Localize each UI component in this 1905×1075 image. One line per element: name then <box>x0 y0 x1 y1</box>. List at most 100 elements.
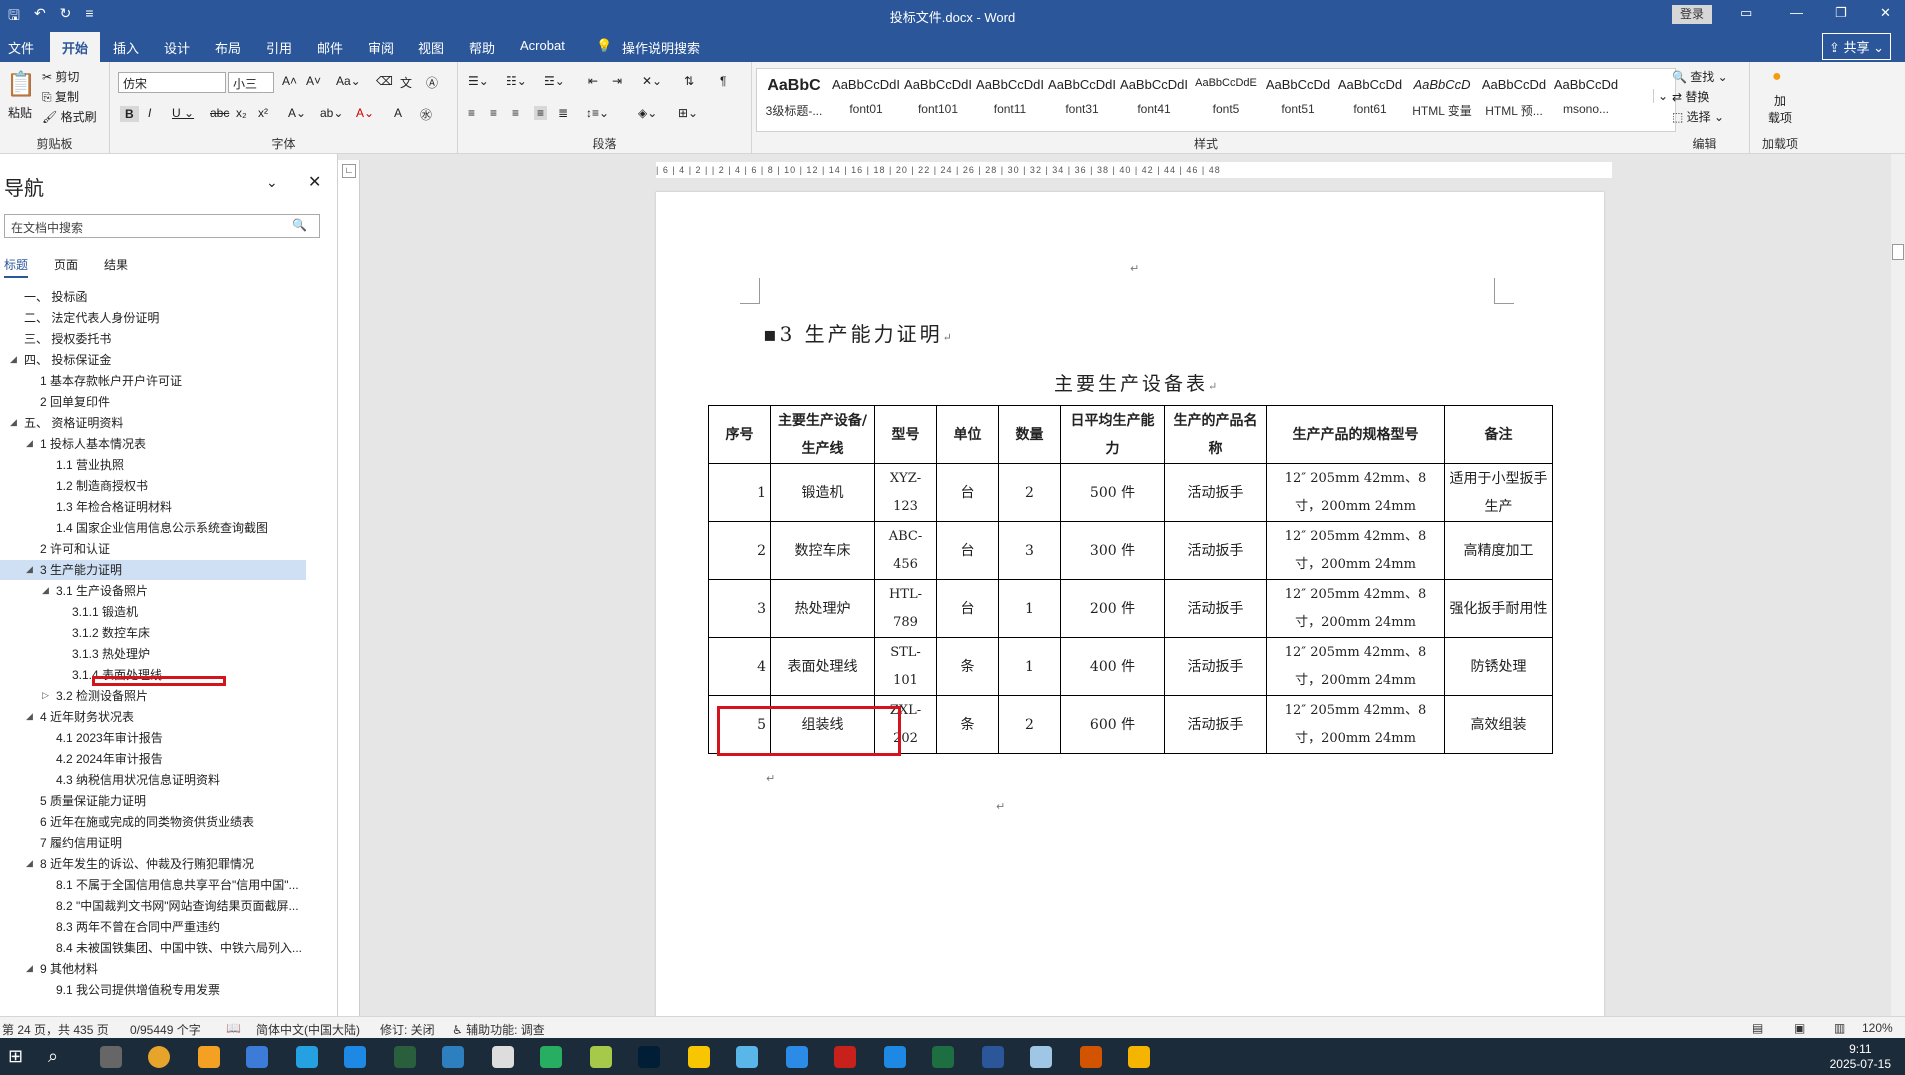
explorer-icon[interactable] <box>1128 1046 1150 1068</box>
line-spacing-icon[interactable]: ↕≡⌄ <box>586 106 609 120</box>
tab-file[interactable]: 文件 <box>8 38 34 57</box>
read-mode-icon[interactable]: ▤ <box>1752 1021 1763 1035</box>
table-cell[interactable]: 1 <box>998 579 1061 638</box>
table-cell[interactable]: 条 <box>936 695 999 754</box>
table-cell[interactable]: ABC-456 <box>874 521 937 580</box>
table-cell[interactable]: 高效组装 <box>1444 695 1553 754</box>
style-item[interactable]: AaBbCcD HTML 变量 <box>1407 77 1477 119</box>
font-size-select[interactable]: 小三 <box>228 72 274 93</box>
nav-outline-item[interactable]: 8.3 两年不曾在合同中严重违约 <box>0 917 306 937</box>
table-cell[interactable]: 12″ 205mm 42mm、8 寸，200mm 24mm <box>1266 521 1445 580</box>
nav-outline-item[interactable]: 8 近年发生的诉讼、仲裁及行贿犯罪情况 <box>0 854 306 874</box>
font-name-select[interactable]: 仿宋 <box>118 72 226 93</box>
nav-outline-item[interactable]: 3.1.1 锻造机 <box>0 602 306 622</box>
nav-outline-item[interactable]: 9.1 我公司提供增值税专用发票 <box>0 980 306 1000</box>
track-changes-status[interactable]: 修订: 关闭 <box>380 1021 435 1038</box>
tab-acrobat[interactable]: Acrobat <box>520 38 565 53</box>
collapse-arrow-icon[interactable]: ◢ <box>26 564 33 575</box>
nav-outline-item[interactable]: 3 生产能力证明 <box>0 560 306 580</box>
increase-indent-icon[interactable]: ⇥ <box>612 74 622 88</box>
app-icon[interactable] <box>442 1046 464 1068</box>
nav-outline-item[interactable]: 4.2 2024年审计报告 <box>0 749 306 769</box>
nav-outline-item[interactable]: 2 回单复印件 <box>0 392 306 412</box>
font-color-icon[interactable]: A⌄ <box>356 106 374 120</box>
app-icon[interactable] <box>246 1046 268 1068</box>
table-cell[interactable]: 2 <box>998 463 1061 522</box>
distributed-icon[interactable]: ≣ <box>558 106 568 120</box>
sort-icon[interactable]: ⇅ <box>684 74 694 88</box>
print-layout-icon[interactable]: ▣ <box>1794 1021 1805 1035</box>
table-cell[interactable]: 高精度加工 <box>1444 521 1553 580</box>
table-cell[interactable]: 2 <box>998 695 1061 754</box>
store-icon[interactable] <box>296 1046 318 1068</box>
nav-outline-item[interactable]: 1 基本存款帐户开户许可证 <box>0 371 306 391</box>
proofing-icon[interactable]: 📖 <box>226 1021 241 1035</box>
style-item[interactable]: AaBbCcDdI font41 <box>1119 77 1189 116</box>
header-cell[interactable]: 备注 <box>1444 405 1553 464</box>
table-cell[interactable]: 12″ 205mm 42mm、8 寸，200mm 24mm <box>1266 695 1445 754</box>
table-cell[interactable]: 数控车床 <box>770 521 875 580</box>
restore-icon[interactable]: ❐ <box>1835 5 1847 21</box>
table-cell[interactable]: 锻造机 <box>770 463 875 522</box>
char-shading-icon[interactable]: A <box>394 106 402 120</box>
folder-app-icon[interactable] <box>198 1046 220 1068</box>
style-item[interactable]: AaBbCcDd msono... <box>1551 77 1621 116</box>
app-icon[interactable] <box>884 1046 906 1068</box>
tab-help[interactable]: 帮助 <box>469 38 495 57</box>
app-icon[interactable] <box>394 1046 416 1068</box>
app-icon[interactable] <box>590 1046 612 1068</box>
header-cell[interactable]: 生产产品的规格型号 <box>1266 405 1445 464</box>
table-cell[interactable]: 活动扳手 <box>1164 579 1267 638</box>
change-case-icon[interactable]: Aa⌄ <box>336 74 361 88</box>
style-item[interactable]: AaBbCcDdI font01 <box>831 77 901 116</box>
bullets-icon[interactable]: ☰⌄ <box>468 74 489 88</box>
table-cell[interactable]: 1 <box>708 463 771 522</box>
align-right-icon[interactable]: ≡ <box>512 106 519 120</box>
table-cell[interactable]: 台 <box>936 521 999 580</box>
table-cell[interactable]: 适用于小型扳手生产 <box>1444 463 1553 522</box>
tab-references[interactable]: 引用 <box>266 38 292 57</box>
table-cell[interactable]: 3 <box>998 521 1061 580</box>
table-cell[interactable]: 400 件 <box>1060 637 1165 696</box>
page-count[interactable]: 第 24 页，共 435 页 <box>2 1021 109 1038</box>
nav-options-icon[interactable]: ⌄ <box>266 174 278 191</box>
tab-design[interactable]: 设计 <box>164 38 190 57</box>
nav-close-icon[interactable]: ✕ <box>308 172 321 192</box>
collapse-arrow-icon[interactable]: ◢ <box>26 963 33 974</box>
style-item[interactable]: AaBbCcDd font61 <box>1335 77 1405 116</box>
table-cell[interactable]: 12″ 205mm 42mm、8 寸，200mm 24mm <box>1266 637 1445 696</box>
underline-icon[interactable]: U ⌄ <box>172 106 194 120</box>
table-cell[interactable]: 强化扳手耐用性 <box>1444 579 1553 638</box>
table-cell[interactable]: HTL-789 <box>874 579 937 638</box>
table-cell[interactable]: STL-101 <box>874 637 937 696</box>
replace-button[interactable]: ⇄ 替换 <box>1672 88 1709 105</box>
select-button[interactable]: ⬚ 选择 ⌄ <box>1672 108 1724 125</box>
tell-me-search[interactable]: 操作说明搜索 <box>622 38 700 57</box>
nav-outline-item[interactable]: 4.3 纳税信用状况信息证明资料 <box>0 770 306 790</box>
collapse-arrow-icon[interactable]: ◢ <box>10 417 17 428</box>
decrease-indent-icon[interactable]: ⇤ <box>588 74 598 88</box>
collapse-arrow-icon[interactable]: ◢ <box>42 585 49 596</box>
collapse-arrow-icon[interactable]: ◢ <box>26 438 33 449</box>
table-cell[interactable]: 活动扳手 <box>1164 637 1267 696</box>
tab-layout[interactable]: 布局 <box>215 38 241 57</box>
scroll-thumb[interactable] <box>1892 244 1904 260</box>
clear-format-icon[interactable]: ⌫ <box>376 74 393 88</box>
align-center-icon[interactable]: ≡ <box>490 106 497 120</box>
copy-button[interactable]: ⎘ 复制 <box>42 88 79 105</box>
addins-button[interactable]: 加 载项 <box>1768 92 1792 126</box>
justify-icon[interactable]: ≡ <box>534 106 548 120</box>
collapse-arrow-icon[interactable]: ◢ <box>26 711 33 722</box>
table-cell[interactable]: 1 <box>998 637 1061 696</box>
italic-icon[interactable]: I <box>148 106 151 120</box>
nav-outline-item[interactable]: 8.1 不属于全国信用信息共享平台"信用中国"... <box>0 875 306 895</box>
nav-outline-item[interactable]: 4.1 2023年审计报告 <box>0 728 306 748</box>
style-item[interactable]: AaBbC 3级标题-... <box>759 77 829 119</box>
nav-search-icon[interactable]: 🔍 <box>292 218 307 232</box>
style-item[interactable]: AaBbCcDd font51 <box>1263 77 1333 116</box>
language-status[interactable]: 简体中文(中国大陆) <box>256 1021 360 1038</box>
nav-outline-item[interactable]: 1.3 年检合格证明材料 <box>0 497 306 517</box>
table-cell[interactable]: 活动扳手 <box>1164 695 1267 754</box>
header-cell[interactable]: 主要生产设备/生产线 <box>770 405 875 464</box>
app-icon[interactable] <box>1030 1046 1052 1068</box>
